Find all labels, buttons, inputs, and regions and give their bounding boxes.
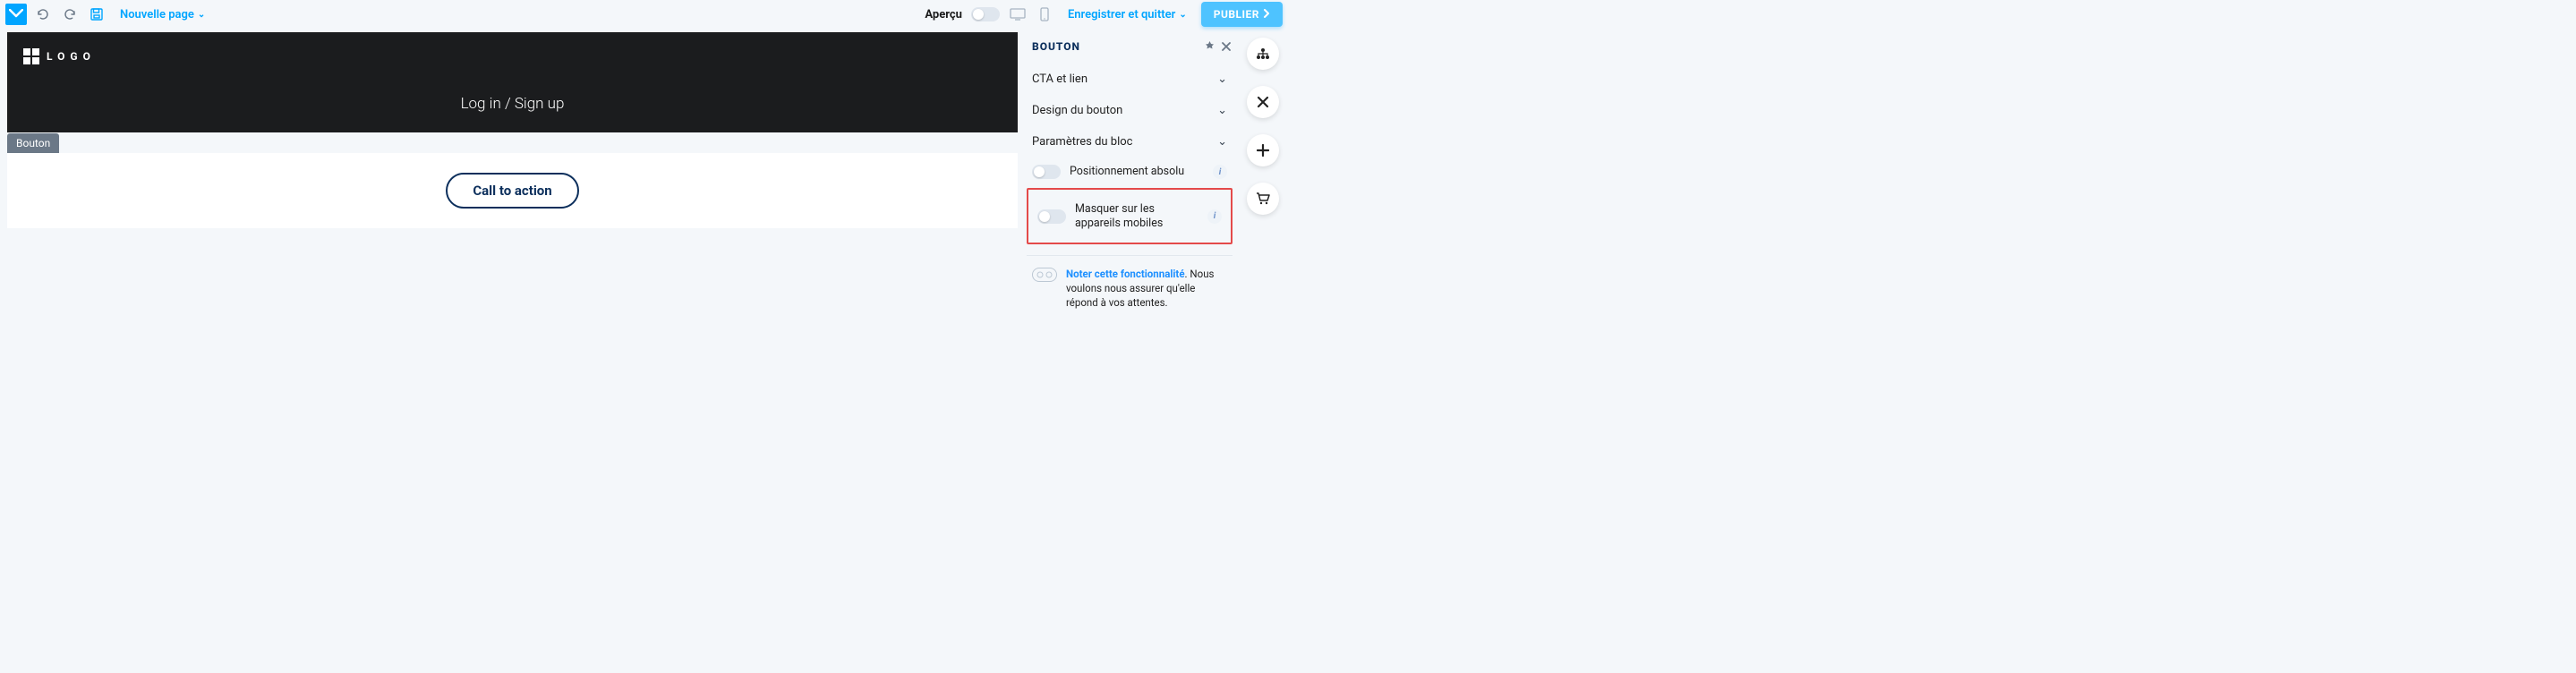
hide-mobile-label: Masquer sur les appareils mobiles [1075,202,1198,230]
chevron-down-icon: ⌄ [1179,10,1186,20]
close-icon[interactable] [1222,38,1231,55]
cta-button[interactable]: Call to action [446,173,578,209]
hero-section[interactable]: LOGO Log in / Sign up [7,32,1018,132]
preview-label: Aperçu [925,8,962,21]
section-design[interactable]: Design du bouton ⌄ [1027,95,1233,126]
section-cta-link[interactable]: CTA et lien ⌄ [1027,64,1233,95]
publish-label: PUBLIER [1214,8,1259,21]
highlight-box: Masquer sur les appareils mobiles i [1027,188,1233,244]
mobile-view-button[interactable] [1036,4,1053,25]
save-exit-label: Enregistrer et quitter [1068,8,1175,21]
cta-section[interactable]: Call to action [7,153,1018,228]
info-icon[interactable]: i [1207,209,1222,224]
new-page-label: Nouvelle page [120,8,194,21]
section-block-label: Paramètres du bloc [1032,135,1133,149]
section-cta-link-label: CTA et lien [1032,72,1088,86]
topbar-right: Aperçu Enregistrer et quitter ⌄ PUBLIER [925,2,1283,27]
redo-button[interactable] [59,4,81,25]
section-block[interactable]: Paramètres du bloc ⌄ [1027,126,1233,158]
save-exit-dropdown[interactable]: Enregistrer et quitter ⌄ [1062,8,1192,21]
divider [1027,255,1233,256]
chevron-down-icon: ⌄ [198,10,205,20]
feedback-text: Noter cette fonctionnalité. Nous voulons… [1066,267,1227,310]
hide-mobile-toggle[interactable] [1037,209,1066,224]
desktop-view-button[interactable] [1009,4,1027,25]
absolute-position-label: Positionnement absolu [1070,165,1204,179]
chevron-down-icon: ⌄ [1217,72,1227,86]
properties-panel: BOUTON CTA et lien ⌄ Design du bouton ⌄ … [1027,32,1233,311]
hero-logo-text: LOGO [47,50,96,63]
fab-stack [1247,38,1279,215]
undo-button[interactable] [32,4,54,25]
info-icon[interactable]: i [1213,165,1227,179]
hero-logo[interactable]: LOGO [23,48,96,64]
absolute-position-toggle[interactable] [1032,165,1061,179]
logo-glyph-icon [23,48,39,64]
section-design-label: Design du bouton [1032,104,1122,117]
chevron-down-icon: ⌄ [1217,135,1227,149]
block-tag[interactable]: Bouton [7,133,59,153]
absolute-position-row: Positionnement absolu i [1027,158,1233,186]
app-logo[interactable] [5,4,27,25]
feedback-row: Noter cette fonctionnalité. Nous voulons… [1027,267,1233,310]
chevron-down-icon: ⌄ [1217,104,1227,117]
topbar-left: Nouvelle page ⌄ [5,4,205,25]
hero-login-text[interactable]: Log in / Sign up [7,95,1018,113]
canvas[interactable]: LOGO Log in / Sign up Bouton Call to act… [7,32,1018,228]
panel-header: BOUTON [1027,32,1233,64]
preview-toggle[interactable] [971,7,1000,21]
new-page-dropdown[interactable]: Nouvelle page ⌄ [120,8,205,21]
feedback-faces-icon[interactable] [1032,268,1057,282]
structure-fab[interactable] [1247,38,1279,70]
cart-fab[interactable] [1247,183,1279,215]
panel-title: BOUTON [1032,40,1080,53]
pin-icon[interactable] [1205,38,1215,55]
topbar: Nouvelle page ⌄ Aperçu Enregistrer et qu… [0,0,1288,29]
save-button[interactable] [86,4,107,25]
add-fab[interactable] [1247,134,1279,166]
publish-button[interactable]: PUBLIER [1201,2,1283,27]
hide-mobile-row: Masquer sur les appareils mobiles i [1032,195,1227,237]
chevron-right-icon [1263,8,1270,21]
feedback-link[interactable]: Noter cette fonctionnalité [1066,268,1185,280]
close-fab[interactable] [1247,86,1279,118]
